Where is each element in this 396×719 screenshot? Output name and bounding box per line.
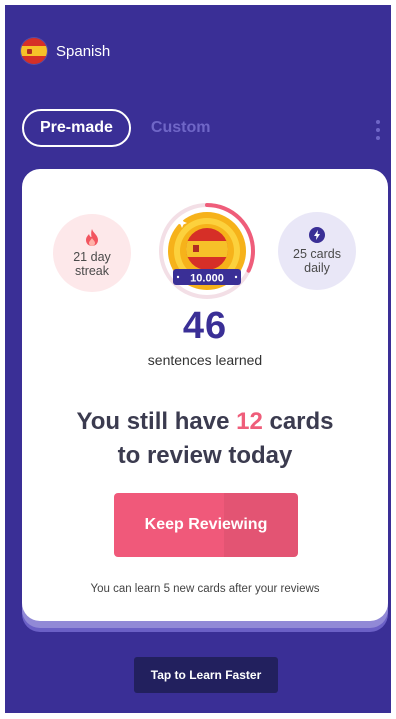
- new-cards-note: You can learn 5 new cards after your rev…: [90, 583, 320, 595]
- keep-reviewing-label: Keep Reviewing: [144, 516, 268, 533]
- daily-line1: 25 cards: [293, 247, 341, 261]
- app-screen: Spanish Pre-made Custom 21 day streak 10…: [5, 5, 391, 713]
- milestone-badge: 10.000: [156, 200, 258, 302]
- tab-pre-made[interactable]: Pre-made: [22, 109, 131, 147]
- streak-line1: 21 day: [73, 249, 111, 264]
- daily-goal-stat: 25 cards daily: [278, 212, 356, 290]
- streak-line2: streak: [74, 263, 110, 278]
- headline-suffix: cards: [262, 408, 334, 435]
- language-label: Spanish: [56, 42, 111, 60]
- flame-icon: [85, 228, 99, 246]
- headline-count: 12: [236, 408, 263, 435]
- headline-line2: to review today: [117, 442, 293, 469]
- sentences-count: 46: [182, 305, 228, 347]
- language-selector[interactable]: Spanish: [21, 38, 110, 64]
- review-card: 21 day streak 10.000 25 cards daily 46 s…: [22, 169, 388, 621]
- tab-custom[interactable]: Custom: [151, 119, 211, 137]
- lightning-icon: [309, 227, 325, 243]
- review-headline: You still have 12 cards to review today: [22, 405, 388, 473]
- keep-reviewing-button[interactable]: Keep Reviewing: [114, 493, 298, 557]
- learn-faster-button[interactable]: Tap to Learn Faster: [134, 657, 278, 693]
- headline-prefix: You still have: [76, 408, 237, 435]
- sentences-label: sentences learned: [147, 352, 263, 368]
- daily-line2: daily: [304, 261, 330, 275]
- more-vertical-icon[interactable]: [375, 120, 381, 140]
- spain-flag-icon: [21, 38, 47, 64]
- deck-tabs: Pre-made Custom: [22, 109, 210, 147]
- streak-stat: 21 day streak: [53, 214, 131, 292]
- badge-label: 10.000: [190, 273, 224, 285]
